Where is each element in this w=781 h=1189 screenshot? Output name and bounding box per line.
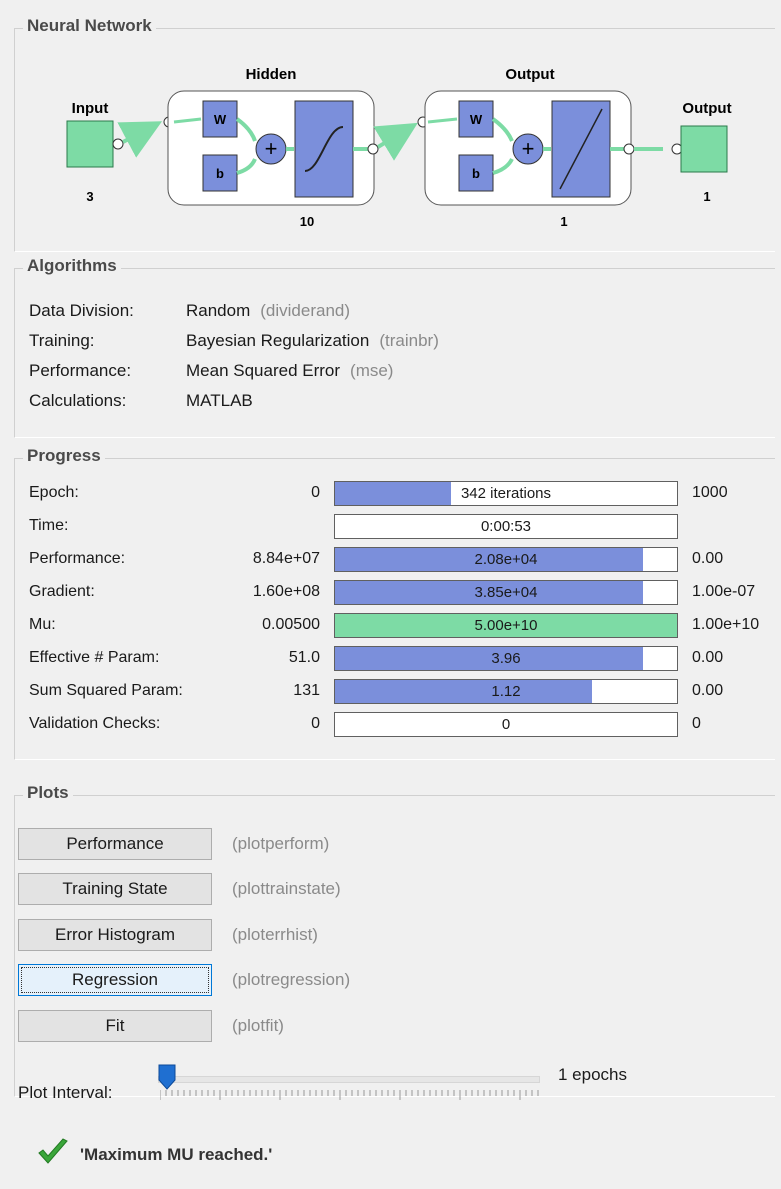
progress-label: Validation Checks: [29, 715, 161, 732]
progress-label: Effective # Param: [29, 649, 160, 666]
network-diagram: Input 3 Hidden 10 W b + Output 1 W b + O… [66, 66, 732, 229]
progress-start-value: 1.60e+08 [252, 583, 320, 600]
progress-bar: 3.85e+04 [334, 580, 678, 605]
output-size: 1 [703, 189, 710, 204]
hidden-size: 10 [300, 214, 314, 229]
plot-regression-fn: (plotregression) [232, 970, 351, 989]
progress-bar: 342 iterations [334, 481, 678, 506]
svg-text:b: b [216, 166, 224, 181]
plot-interval-slider-thumb[interactable] [158, 1064, 176, 1090]
svg-text:+: + [522, 136, 535, 161]
progress-label: Mu: [29, 616, 56, 633]
progress-current-value: 0 [501, 716, 511, 733]
checkmark-icon [38, 1138, 68, 1164]
progress-row-epoch: Epoch: 0 342 iterations 1000 [15, 479, 775, 508]
progress-bar: 3.96 [334, 646, 678, 671]
progress-start-value: 0 [311, 715, 320, 732]
progress-start-value: 51.0 [288, 649, 320, 666]
progress-label: Sum Squared Param: [29, 682, 183, 699]
svg-text:+: + [265, 136, 278, 161]
progress-label: Gradient: [29, 583, 95, 600]
progress-current-value: 1.12 [491, 683, 521, 700]
svg-text:W: W [214, 112, 227, 127]
algorithms-panel: Algorithms Data Division: Random (divider… [14, 256, 775, 438]
progress-row-validation-checks: Validation Checks: 0 0 0 [15, 710, 775, 739]
svg-text:W: W [470, 112, 483, 127]
output-node [680, 125, 728, 173]
progress-target-value: 0.00 [692, 682, 724, 699]
plot-training-state-fn: (plottrainstate) [232, 879, 341, 898]
progress-row-time: Time: 0:00:53 [15, 512, 775, 541]
progress-start-value: 8.84e+07 [252, 550, 320, 567]
plot-performance-fn: (plotperform) [232, 834, 330, 853]
progress-start-value: 131 [293, 682, 320, 699]
output-layer-label: Output [505, 66, 554, 83]
progress-panel: Progress Epoch: 0 342 iterations 1000 Time: 0… [14, 446, 775, 760]
progress-current-value: 0:00:53 [480, 518, 532, 535]
plot-regression-button[interactable]: Regression [18, 964, 212, 996]
output-layer-size: 1 [560, 214, 567, 229]
progress-row-gradient: Gradient: 1.60e+08 3.85e+04 1.00e-07 [15, 578, 775, 607]
output-label: Output [682, 100, 731, 117]
progress-target-value: 1.00e+10 [692, 616, 760, 633]
plot-error-histogram-button[interactable]: Error Histogram [18, 919, 212, 951]
progress-target-value: 0 [692, 715, 701, 732]
neural-network-panel: Neural Network Input 3 Hidden 10 W b + O… [14, 16, 775, 252]
progress-current-value: 342 iterations [460, 485, 552, 502]
progress-current-value: 3.96 [491, 650, 521, 667]
progress-label: Performance: [29, 550, 126, 567]
plot-interval-ticks [160, 1090, 539, 1100]
plot-fit-button[interactable]: Fit [18, 1010, 212, 1042]
plot-error-histogram-fn: (ploterrhist) [232, 925, 318, 944]
progress-target-value: 1.00e-07 [692, 583, 756, 600]
progress-label: Epoch: [29, 484, 79, 501]
progress-row-performance: Performance: 8.84e+07 2.08e+04 0.00 [15, 545, 775, 574]
plot-training-state-button[interactable]: Training State [18, 873, 212, 905]
progress-title: Progress [23, 446, 105, 466]
plots-title: Plots [23, 783, 73, 803]
input-size: 3 [86, 189, 93, 204]
plot-performance-button[interactable]: Performance [18, 828, 212, 860]
progress-start-value: 0 [311, 484, 320, 501]
svg-text:b: b [472, 166, 480, 181]
input-label: Input [72, 100, 109, 117]
progress-label: Time: [29, 517, 69, 534]
progress-start-value: 0.00500 [262, 616, 320, 633]
progress-target-value: 1000 [692, 484, 728, 501]
plot-interval-label: Plot Interval: [18, 1083, 113, 1102]
progress-current-value: 3.85e+04 [474, 584, 538, 601]
progress-row-mu: Mu: 0.00500 5.00e+10 1.00e+10 [15, 611, 775, 640]
progress-current-value: 2.08e+04 [474, 551, 538, 568]
progress-target-value: 0.00 [692, 649, 724, 666]
progress-row-sum-squared-param: Sum Squared Param: 131 1.12 0.00 [15, 677, 775, 706]
progress-bar: 2.08e+04 [334, 547, 678, 572]
progress-row-effective-param: Effective # Param: 51.0 3.96 0.00 [15, 644, 775, 673]
status-message: 'Maximum MU reached.' [80, 1145, 273, 1164]
plot-fit-fn: (plotfit) [232, 1016, 284, 1035]
plot-interval-value: 1 epochs [558, 1065, 627, 1084]
hidden-label: Hidden [246, 66, 297, 83]
progress-bar: 0:00:53 [334, 514, 678, 539]
progress-bar: 5.00e+10 [334, 613, 678, 638]
input-node [66, 120, 114, 168]
progress-target-value: 0.00 [692, 550, 724, 567]
progress-bar: 0 [334, 712, 678, 737]
progress-current-value: 5.00e+10 [474, 617, 538, 634]
algorithms-title: Algorithms [23, 256, 121, 276]
plot-interval-track[interactable] [158, 1076, 540, 1083]
progress-bar: 1.12 [334, 679, 678, 704]
